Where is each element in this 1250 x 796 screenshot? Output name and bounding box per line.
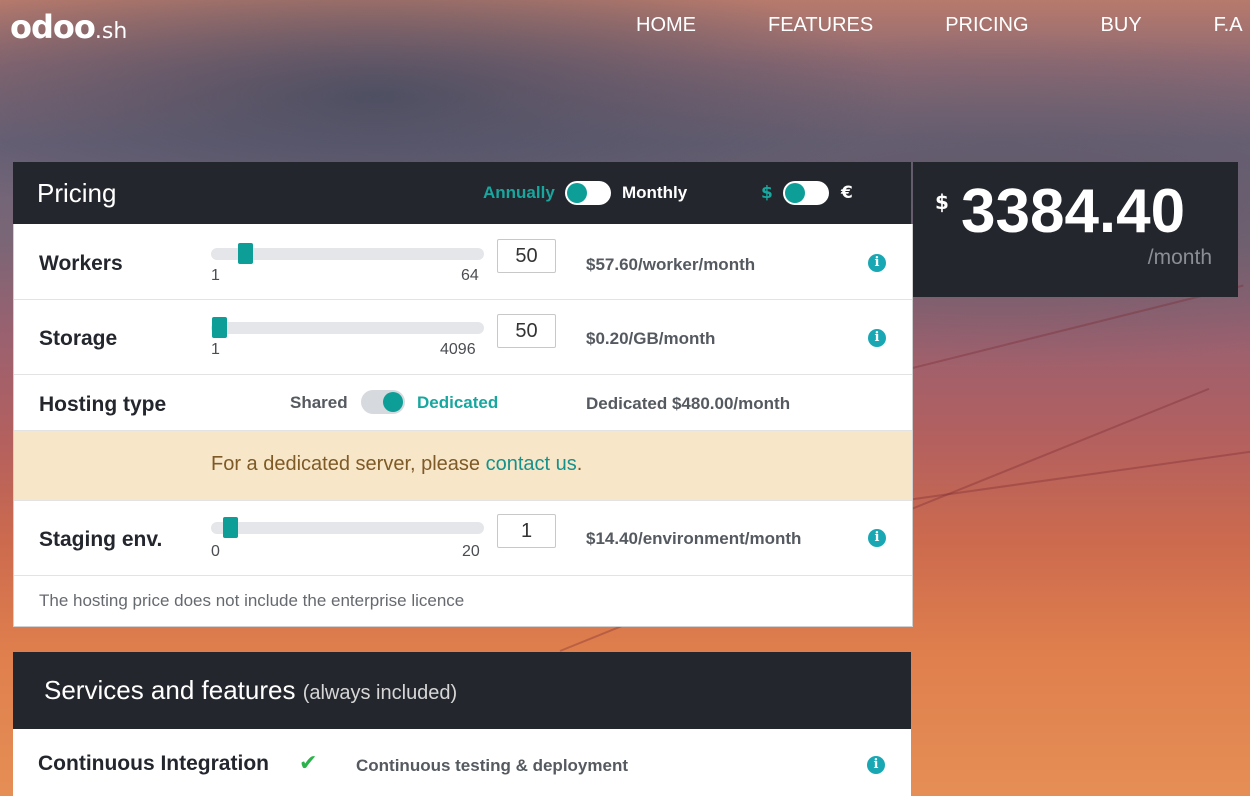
service-row-continuous-integration: Continuous Integration ✔ Continuous test… [13, 729, 911, 796]
services-title-text: Services and features [44, 675, 296, 705]
workers-min: 1 [211, 267, 220, 284]
storage-label: Storage [39, 327, 118, 350]
nav-home[interactable]: HOME [636, 14, 696, 37]
logo-main: odoo [10, 8, 96, 46]
services-subtitle: (always included) [302, 682, 458, 704]
nav-features[interactable]: FEATURES [768, 14, 873, 37]
staging-row: Staging env. 0 20 1 $14.40/environment/m… [14, 501, 912, 576]
storage-slider[interactable] [211, 317, 484, 338]
hosting-type-row: Hosting type Shared Dedicated Dedicated … [14, 375, 912, 431]
staging-max: 20 [462, 543, 480, 560]
top-navigation: odoo.sh HOME FEATURES PRICING BUY F.A [0, 0, 1250, 56]
alert-text: For a dedicated server, please [211, 453, 486, 475]
billing-period-toggle[interactable] [565, 181, 611, 205]
background-streak [899, 449, 1250, 502]
billing-annually-label[interactable]: Annually [483, 183, 555, 203]
storage-row: Storage 1 4096 50 $0.20/GB/month i [14, 300, 912, 375]
services-title: Services and features (always included) [44, 675, 457, 706]
logo-suffix: .sh [94, 19, 128, 44]
nav-buy[interactable]: BUY [1101, 14, 1142, 37]
toggle-knob [383, 392, 403, 412]
toggle-knob [785, 183, 805, 203]
staging-label: Staging env. [39, 528, 163, 551]
pricing-card: Workers 1 64 50 $57.60/worker/month i St… [13, 224, 913, 627]
pricing-title: Pricing [37, 178, 117, 208]
billing-monthly-label[interactable]: Monthly [622, 183, 687, 203]
workers-rate: $57.60/worker/month [586, 255, 756, 274]
staging-slider[interactable] [211, 517, 484, 538]
staging-slider-handle[interactable] [223, 517, 238, 538]
hosting-shared-label[interactable]: Shared [290, 393, 348, 413]
currency-toggle[interactable] [783, 181, 829, 205]
odoo-sh-logo[interactable]: odoo.sh [10, 8, 127, 46]
staging-info-icon[interactable]: i [868, 529, 886, 547]
currency-eur-label[interactable]: € [841, 183, 853, 203]
service-description: Continuous testing & deployment [356, 756, 628, 775]
staging-min: 0 [211, 543, 220, 560]
nav-pricing[interactable]: PRICING [945, 14, 1028, 37]
workers-input[interactable]: 50 [497, 239, 556, 273]
storage-rate: $0.20/GB/month [586, 329, 716, 348]
workers-max: 64 [461, 267, 479, 284]
dedicated-server-alert: For a dedicated server, please contact u… [14, 431, 912, 501]
service-label: Continuous Integration [38, 752, 269, 775]
alert-end: . [576, 453, 583, 475]
storage-max: 4096 [440, 341, 476, 358]
storage-slider-handle[interactable] [212, 317, 227, 338]
hosting-footnote: The hosting price does not include the e… [39, 591, 465, 610]
workers-info-icon[interactable]: i [868, 254, 886, 272]
total-period: /month [1147, 246, 1212, 269]
hosting-dedicated-label[interactable]: Dedicated [417, 393, 498, 413]
staging-rate: $14.40/environment/month [586, 529, 802, 548]
workers-slider[interactable] [211, 243, 484, 264]
nav-faq[interactable]: F.A [1214, 14, 1243, 37]
services-header: Services and features (always included) [13, 652, 911, 729]
workers-row: Workers 1 64 50 $57.60/worker/month i [14, 224, 912, 300]
alert-message: For a dedicated server, please contact u… [211, 453, 582, 476]
check-icon: ✔ [299, 751, 318, 776]
hosting-type-label: Hosting type [39, 393, 167, 416]
hosting-type-toggle[interactable] [361, 390, 405, 414]
storage-input[interactable]: 50 [497, 314, 556, 348]
total-currency: $ [935, 190, 949, 214]
staging-input[interactable]: 1 [497, 514, 556, 548]
contact-us-link[interactable]: contact us [486, 453, 577, 475]
storage-info-icon[interactable]: i [868, 329, 886, 347]
toggle-knob [567, 183, 587, 203]
storage-min: 1 [211, 341, 220, 358]
hosting-rate: Dedicated $480.00/month [586, 394, 791, 413]
workers-label: Workers [39, 252, 123, 275]
workers-slider-handle[interactable] [238, 243, 253, 264]
currency-usd-label[interactable]: $ [761, 183, 773, 203]
total-price-box: $ 3384.40 /month [913, 162, 1238, 297]
total-price: 3384.40 [961, 177, 1186, 246]
service-info-icon[interactable]: i [867, 756, 885, 774]
nav-menu: HOME FEATURES PRICING BUY F.A [636, 14, 1250, 37]
pricing-header: Pricing Annually Monthly $ € [13, 162, 911, 224]
